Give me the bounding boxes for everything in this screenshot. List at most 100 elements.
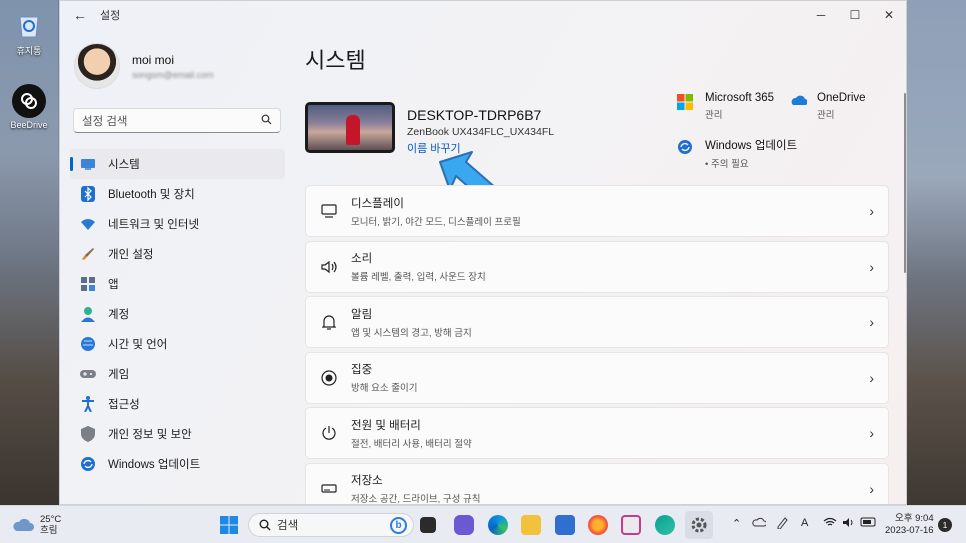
task-view-icon[interactable] bbox=[420, 517, 436, 533]
sidebar-item-label: 네트워크 및 인터넷 bbox=[108, 219, 200, 231]
user-profile[interactable]: moi moi songsm@email.com bbox=[74, 43, 214, 89]
card-power[interactable]: 전원 및 배터리 절전, 배터리 사용, 배터리 절약 › bbox=[305, 407, 889, 459]
card-notifications[interactable]: 알림 앱 및 시스템의 경고, 방해 금지 › bbox=[305, 296, 889, 348]
quick-link-sub: 관리 bbox=[817, 110, 835, 121]
cloud-icon bbox=[13, 518, 34, 531]
sidebar-item-label: 접근성 bbox=[108, 399, 140, 411]
sidebar-item-accessibility[interactable]: 접근성 bbox=[70, 389, 285, 419]
network-icon bbox=[80, 216, 96, 232]
desktop-icon-beedrive[interactable]: BeeDrive bbox=[4, 84, 54, 130]
sidebar-item-apps[interactable]: 앱 bbox=[70, 269, 285, 299]
globe-icon bbox=[80, 336, 96, 352]
sidebar-item-accounts[interactable]: 계정 bbox=[70, 299, 285, 329]
clock[interactable]: 오후 9:04 2023-07-16 bbox=[885, 513, 934, 537]
sidebar-item-system[interactable]: 시스템 bbox=[70, 149, 285, 179]
settings-taskbar-icon[interactable] bbox=[685, 511, 713, 539]
close-button[interactable]: ✕ bbox=[872, 1, 906, 29]
battery-icon[interactable] bbox=[860, 517, 878, 527]
sidebar-item-gaming[interactable]: 게임 bbox=[70, 359, 285, 389]
back-arrow-icon[interactable]: ← bbox=[68, 7, 92, 23]
card-subtitle: 방해 요소 줄이기 bbox=[351, 383, 418, 394]
tray-chevron-icon[interactable]: ⌃ bbox=[732, 517, 741, 530]
desktop-icon-label: 휴지통 bbox=[16, 46, 42, 56]
sidebar-item-label: 계정 bbox=[108, 309, 130, 321]
minimize-button[interactable]: ─ bbox=[804, 1, 838, 29]
quick-link-onedrive[interactable]: OneDrive 관리 bbox=[789, 92, 866, 121]
notification-badge[interactable]: 1 bbox=[938, 518, 952, 532]
search-placeholder: 설정 검색 bbox=[82, 115, 128, 128]
weather-widget[interactable]: 25°C 흐림 bbox=[12, 514, 61, 536]
card-title: 전원 및 배터리 bbox=[351, 419, 421, 432]
settings-search-input[interactable]: 설정 검색 bbox=[73, 108, 281, 133]
taskbar: 25°C 흐림 검색 b ⌃ A 오후 9:04 2023-07-16 1 bbox=[0, 505, 966, 543]
update-icon bbox=[80, 456, 96, 472]
card-sound[interactable]: 소리 볼륨 레벨, 출력, 입력, 사운드 장치 › bbox=[305, 240, 889, 293]
gamepad-icon bbox=[80, 366, 96, 382]
recycle-bin-icon bbox=[12, 8, 46, 42]
settings-cards: 디스플레이모니터, 밝기, 야간 모드, 디스플레이 프로필 › 소리 볼륨 레벨… bbox=[305, 185, 889, 505]
bluetooth-icon bbox=[80, 186, 96, 202]
window-title: 설정 bbox=[100, 10, 121, 22]
font-icon[interactable]: A bbox=[801, 517, 808, 529]
taskbar-search[interactable]: 검색 b bbox=[248, 513, 414, 537]
snipping-tool-icon[interactable] bbox=[621, 515, 641, 535]
card-title: 디스플레이 bbox=[351, 197, 404, 210]
file-explorer-icon[interactable] bbox=[521, 515, 541, 535]
weather-temp: 25°C bbox=[40, 514, 62, 525]
taskbar-search-label: 검색 bbox=[277, 520, 299, 532]
volume-icon[interactable] bbox=[842, 517, 856, 528]
card-focus[interactable]: 집중 방해 요소 줄이기 › bbox=[305, 351, 889, 404]
quick-link-microsoft365[interactable]: Microsoft 365 관리 bbox=[677, 92, 774, 121]
onedrive-tray-icon[interactable] bbox=[752, 517, 766, 527]
search-icon bbox=[259, 519, 271, 531]
sidebar-item-label: 개인 정보 및 보안 bbox=[108, 429, 192, 441]
card-storage[interactable]: 저장소 저장소 공간, 드라이브, 구성 규칙 › bbox=[305, 462, 889, 505]
sidebar-item-label: 시스템 bbox=[108, 159, 140, 171]
sidebar-item-windows-update[interactable]: Windows 업데이트 bbox=[70, 449, 285, 479]
profile-email: songsm@email.com bbox=[132, 69, 214, 80]
teams-chat-icon[interactable] bbox=[454, 515, 474, 535]
sidebar-item-time-language[interactable]: 시간 및 언어 bbox=[70, 329, 285, 359]
chevron-right-icon: › bbox=[869, 258, 874, 275]
start-button[interactable] bbox=[219, 515, 239, 535]
sidebar-item-personalization[interactable]: 개인 설정 bbox=[70, 239, 285, 269]
pen-icon[interactable] bbox=[776, 517, 788, 529]
chevron-right-icon: › bbox=[869, 480, 874, 497]
firefox-icon[interactable] bbox=[588, 515, 608, 535]
desktop-icon-label: BeeDrive bbox=[10, 120, 48, 130]
edge-icon[interactable] bbox=[488, 515, 508, 535]
page-title: 시스템 bbox=[305, 48, 366, 73]
apps-icon bbox=[80, 276, 96, 292]
card-subtitle: 앱 및 시스템의 경고, 방해 금지 bbox=[351, 327, 472, 339]
chevron-right-icon: › bbox=[869, 369, 874, 386]
device-image bbox=[305, 102, 395, 153]
power-icon bbox=[320, 424, 338, 442]
storage-icon bbox=[320, 480, 338, 498]
weather-desc: 흐림 bbox=[40, 525, 58, 536]
card-display[interactable]: 디스플레이 모니터, 밝기, 야간 모드, 디스플레이 프로필 › bbox=[305, 185, 889, 237]
onedrive-icon bbox=[789, 94, 808, 112]
sidebar-item-network[interactable]: 네트워크 및 인터넷 bbox=[70, 209, 285, 239]
quick-link-sub: 관리 bbox=[705, 110, 723, 121]
sidebar-item-label: 개인 설정 bbox=[108, 249, 154, 261]
display-icon bbox=[320, 202, 338, 220]
clock-date: 2023-07-16 bbox=[885, 525, 934, 536]
sidebar-item-label: 게임 bbox=[108, 369, 130, 381]
desktop-icon-recycle-bin[interactable]: 휴지통 bbox=[4, 8, 54, 57]
sidebar-nav: 시스템 Bluetooth 및 장치 네트워크 및 인터넷 개인 설정 앱 계정… bbox=[70, 149, 285, 479]
card-subtitle: 볼륨 레벨, 출력, 입력, 사운드 장치 bbox=[351, 272, 486, 283]
microsoft365-icon bbox=[677, 94, 695, 112]
maximize-button[interactable]: ☐ bbox=[838, 1, 872, 29]
device-name: DESKTOP-TDRP6B7 bbox=[407, 107, 542, 123]
card-subtitle: 절전, 배터리 사용, 배터리 절약 bbox=[351, 438, 472, 450]
store-icon[interactable] bbox=[555, 515, 575, 535]
scrollbar[interactable] bbox=[904, 93, 906, 273]
card-subtitle: 저장소 공간, 드라이브, 구성 규칙 bbox=[351, 494, 481, 505]
chatgpt-icon[interactable] bbox=[655, 515, 675, 535]
sidebar-item-bluetooth[interactable]: Bluetooth 및 장치 bbox=[70, 179, 285, 209]
card-subtitle: 모니터, 밝기, 야간 모드, 디스플레이 프로필 bbox=[351, 216, 521, 228]
wifi-icon[interactable] bbox=[823, 517, 837, 528]
quick-link-windows-update[interactable]: Windows 업데이트 • 주의 필요 bbox=[677, 137, 797, 170]
sidebar-item-privacy[interactable]: 개인 정보 및 보안 bbox=[70, 419, 285, 449]
chevron-right-icon: › bbox=[869, 314, 874, 330]
